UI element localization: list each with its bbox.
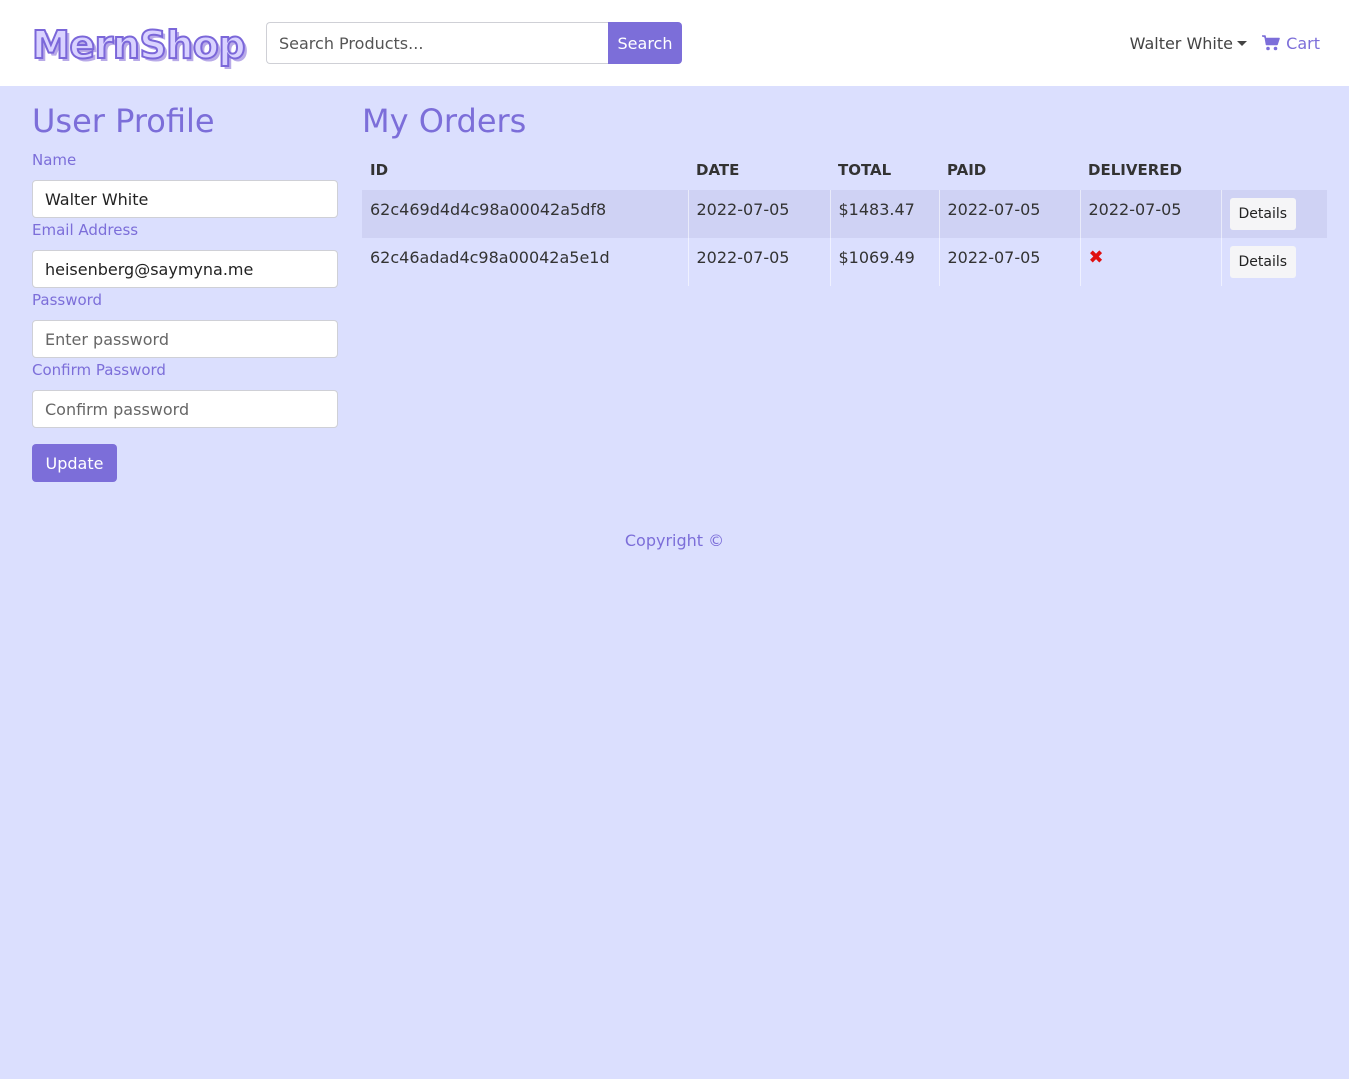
profile-title: User Profile bbox=[32, 102, 215, 140]
order-delivered: 2022-07-05 bbox=[1079, 190, 1221, 238]
user-name: Walter White bbox=[1129, 33, 1233, 53]
orders-table: ID DATE TOTAL PAID DELIVERED 62c469d4d4c… bbox=[362, 150, 1327, 286]
order-total: $1069.49 bbox=[829, 238, 939, 286]
search-button[interactable]: Search bbox=[608, 22, 682, 64]
confirm-password-field[interactable] bbox=[32, 390, 338, 428]
order-action-cell: Details bbox=[1220, 190, 1327, 238]
update-button[interactable]: Update bbox=[32, 444, 117, 482]
table-row: 62c46adad4c98a00042a5e1d 2022-07-05 $106… bbox=[362, 238, 1327, 286]
search-form: Search bbox=[266, 22, 682, 64]
navbar: MernShop Search Walter White Cart bbox=[0, 0, 1349, 86]
column-header-id: ID bbox=[370, 161, 389, 179]
column-header-total: TOTAL bbox=[838, 161, 892, 179]
table-row: 62c469d4d4c98a00042a5df8 2022-07-05 $148… bbox=[362, 190, 1327, 238]
name-label: Name bbox=[32, 151, 77, 169]
table-header-row: ID DATE TOTAL PAID DELIVERED bbox=[362, 150, 1327, 190]
order-paid: 2022-07-05 bbox=[938, 238, 1080, 286]
caret-down-icon bbox=[1237, 40, 1247, 46]
email-label: Email Address bbox=[32, 221, 139, 239]
email-group: Email Address bbox=[32, 220, 338, 288]
order-paid: 2022-07-05 bbox=[938, 190, 1080, 238]
column-header-action bbox=[1221, 150, 1327, 190]
confirm-password-group: Confirm Password bbox=[32, 360, 338, 428]
cart-link[interactable]: Cart bbox=[1262, 32, 1320, 54]
user-profile-section: User Profile Name Email Address Password… bbox=[32, 100, 338, 482]
brand-logo[interactable]: MernShop bbox=[31, 22, 247, 68]
email-field[interactable] bbox=[32, 250, 338, 288]
footer-copyright: Copyright © bbox=[624, 531, 725, 550]
details-button[interactable]: Details bbox=[1229, 198, 1297, 230]
name-group: Name bbox=[32, 150, 338, 218]
cart-label: Cart bbox=[1286, 33, 1320, 53]
order-date: 2022-07-05 bbox=[687, 190, 830, 238]
password-group: Password bbox=[32, 290, 338, 358]
column-header-paid: PAID bbox=[947, 161, 987, 179]
confirm-password-label: Confirm Password bbox=[32, 361, 166, 379]
my-orders-section: My Orders ID DATE TOTAL PAID DELIVERED 6… bbox=[362, 100, 1327, 286]
details-button[interactable]: Details bbox=[1229, 246, 1297, 278]
order-id: 62c469d4d4c98a00042a5df8 bbox=[362, 190, 688, 238]
close-icon: ✖ bbox=[1088, 247, 1104, 268]
password-field[interactable] bbox=[32, 320, 338, 358]
name-field[interactable] bbox=[32, 180, 338, 218]
order-date: 2022-07-05 bbox=[687, 238, 830, 286]
column-header-date: DATE bbox=[696, 161, 740, 179]
orders-title: My Orders bbox=[362, 102, 527, 140]
password-label: Password bbox=[32, 291, 103, 309]
order-action-cell: Details bbox=[1220, 238, 1327, 286]
order-id: 62c46adad4c98a00042a5e1d bbox=[370, 248, 610, 267]
order-total: $1483.47 bbox=[829, 190, 939, 238]
search-input[interactable] bbox=[266, 22, 608, 64]
column-header-delivered: DELIVERED bbox=[1088, 161, 1182, 179]
user-dropdown[interactable]: Walter White bbox=[1130, 32, 1247, 54]
cart-icon bbox=[1262, 35, 1280, 51]
order-delivered: ✖ bbox=[1079, 238, 1221, 286]
